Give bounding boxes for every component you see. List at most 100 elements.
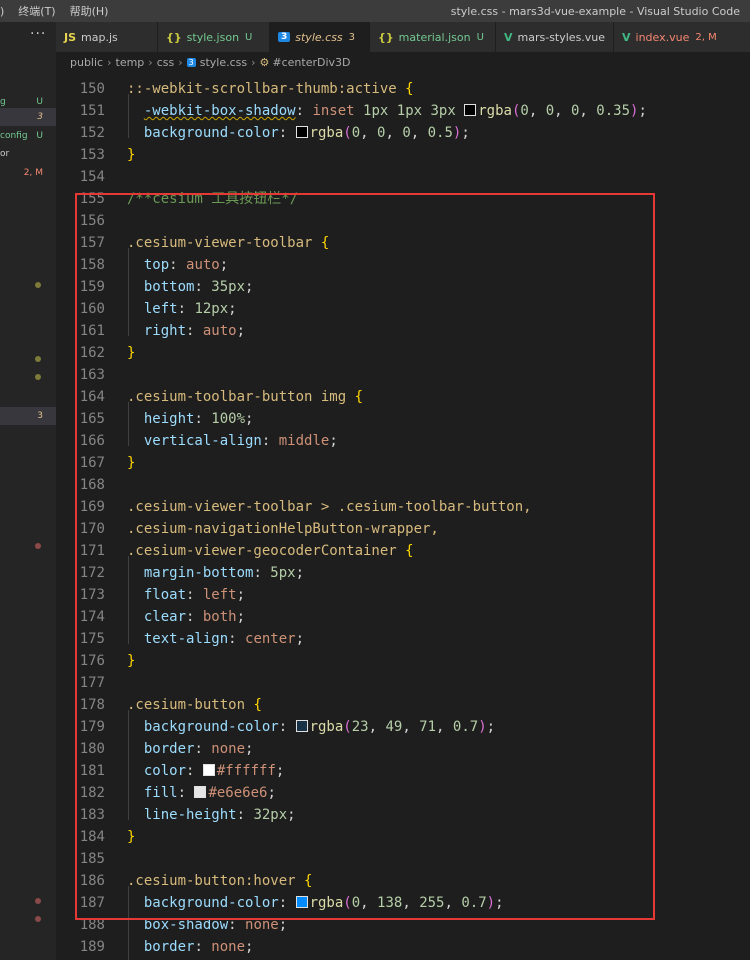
breadcrumb-item[interactable]: style.css	[200, 56, 247, 69]
menu-item-terminal[interactable]: 终端(T)	[18, 3, 55, 19]
menu-item-partial[interactable]: )	[0, 5, 4, 18]
code-text: .cesium-viewer-toolbar {	[127, 235, 330, 251]
code-line[interactable]: 174 clear: both;	[56, 606, 750, 628]
line-number: 169	[79, 499, 105, 515]
code-line[interactable]: 176}	[56, 650, 750, 672]
code-line[interactable]: 177	[56, 672, 750, 694]
tab-status: 3	[348, 31, 356, 43]
code-text: }	[127, 829, 136, 845]
code-line[interactable]: 178 .cesium-button {	[56, 694, 750, 716]
tab-map-js[interactable]: JS map.js	[56, 22, 158, 52]
explorer-item-label: config	[0, 131, 28, 141]
breadcrumb-item[interactable]: temp	[116, 56, 145, 69]
line-number: 153	[79, 147, 105, 163]
code-line[interactable]: 182 fill: #e6e6e6;	[56, 782, 750, 804]
more-actions-icon[interactable]: ···	[30, 26, 46, 42]
code-line[interactable]: 162}	[56, 342, 750, 364]
code-line[interactable]: 184}	[56, 826, 750, 848]
line-number: 161	[79, 323, 105, 339]
vue-file-icon: V	[504, 30, 513, 44]
code-editor[interactable]: 150::-webkit-scrollbar-thumb:active {151…	[56, 72, 750, 960]
code-line[interactable]: 154	[56, 166, 750, 188]
code-line[interactable]: 188 box-shadow: none;	[56, 914, 750, 936]
color-swatch-icon[interactable]	[202, 764, 215, 776]
explorer-item-label: or	[0, 149, 10, 159]
code-text: background-color: rgba(0, 138, 255, 0.7)…	[143, 895, 504, 911]
explorer-item[interactable]: or	[0, 145, 56, 163]
code-line[interactable]: 164 .cesium-toolbar-button img {	[56, 386, 750, 408]
json-file-icon: {}	[378, 30, 394, 44]
code-line[interactable]: 152 background-color: rgba(0, 0, 0, 0.5)…	[56, 122, 750, 144]
tab-style-json[interactable]: {} style.json U	[158, 22, 270, 52]
code-line[interactable]: 185	[56, 848, 750, 870]
tab-style-css[interactable]: 3 style.css 3	[270, 22, 370, 52]
code-line[interactable]: 183 line-height: 32px;	[56, 804, 750, 826]
code-text: fill: #e6e6e6;	[143, 785, 276, 801]
line-number: 178	[79, 697, 105, 713]
code-line[interactable]: 169 .cesium-viewer-toolbar > .cesium-tool…	[56, 496, 750, 518]
chevron-right-icon: ›	[148, 55, 153, 69]
code-text: -webkit-box-shadow: inset 1px 1px 3px rg…	[143, 103, 647, 119]
color-swatch-icon[interactable]	[295, 126, 308, 138]
code-line[interactable]: 180 border: none;	[56, 738, 750, 760]
tab-material-json[interactable]: {} material.json U	[370, 22, 496, 52]
problem-count-badge: 3	[37, 411, 43, 421]
code-line[interactable]: 157 .cesium-viewer-toolbar {	[56, 232, 750, 254]
code-line[interactable]: 168	[56, 474, 750, 496]
explorer-item[interactable]: config U	[0, 127, 56, 145]
color-swatch-icon[interactable]	[194, 786, 207, 798]
chevron-right-icon: ›	[107, 55, 112, 69]
tab-index-vue[interactable]: V index.vue 2, M	[614, 22, 750, 52]
code-text: margin-bottom: 5px;	[143, 565, 305, 581]
code-line[interactable]: 151 -webkit-box-shadow: inset 1px 1px 3p…	[56, 100, 750, 122]
breadcrumb-item[interactable]: public	[70, 56, 103, 69]
breadcrumb-item[interactable]: #centerDiv3D	[272, 56, 350, 69]
code-line[interactable]: 175 text-align: center;	[56, 628, 750, 650]
code-line[interactable]: 159 bottom: 35px;	[56, 276, 750, 298]
code-text: .cesium-viewer-geocoderContainer {	[127, 543, 414, 559]
code-line[interactable]: 153}	[56, 144, 750, 166]
explorer-item-selected[interactable]: 3	[0, 108, 56, 126]
code-line[interactable]: 181 color: #ffffff;	[56, 760, 750, 782]
code-line[interactable]: 165 height: 100%;	[56, 408, 750, 430]
code-line[interactable]: 161 right: auto;	[56, 320, 750, 342]
code-line[interactable]: 163	[56, 364, 750, 386]
explorer-item[interactable]: 2, M	[0, 164, 56, 182]
code-line[interactable]: 179 background-color: rgba(23, 49, 71, 0…	[56, 716, 750, 738]
code-line[interactable]: 187 background-color: rgba(0, 138, 255, …	[56, 892, 750, 914]
line-number: 165	[79, 411, 105, 427]
code-line[interactable]: 186 .cesium-button:hover {	[56, 870, 750, 892]
tab-mars-styles-vue[interactable]: V mars-styles.vue	[496, 22, 614, 52]
modified-dot-icon	[35, 282, 41, 288]
breadcrumb-item[interactable]: css	[157, 56, 175, 69]
code-line[interactable]: 170 .cesium-navigationHelpButton-wrapper,	[56, 518, 750, 540]
code-line[interactable]: 156	[56, 210, 750, 232]
line-number: 188	[79, 917, 105, 933]
code-line[interactable]: 155 /**cesium 工具按钮栏*/	[56, 188, 750, 210]
tab-status: U	[245, 31, 253, 43]
explorer-item-selected[interactable]: 3	[0, 407, 56, 425]
modified-dot-icon	[35, 356, 41, 362]
code-line[interactable]: 167}	[56, 452, 750, 474]
line-number: 184	[79, 829, 105, 845]
tab-label: style.css	[295, 30, 343, 44]
color-swatch-icon[interactable]	[295, 720, 308, 732]
tab-label: map.js	[81, 30, 118, 44]
code-line[interactable]: 166 vertical-align: middle;	[56, 430, 750, 452]
color-swatch-icon[interactable]	[464, 104, 477, 116]
line-number: 150	[79, 81, 105, 97]
line-number: 162	[79, 345, 105, 361]
code-line[interactable]: 172 margin-bottom: 5px;	[56, 562, 750, 584]
code-line[interactable]: 150::-webkit-scrollbar-thumb:active {	[56, 78, 750, 100]
code-line[interactable]: 171 .cesium-viewer-geocoderContainer {	[56, 540, 750, 562]
code-line[interactable]: 189 border: none;	[56, 936, 750, 958]
line-number: 186	[79, 873, 105, 889]
code-line[interactable]: 158 top: auto;	[56, 254, 750, 276]
line-number: 180	[79, 741, 105, 757]
code-line[interactable]: 160 left: 12px;	[56, 298, 750, 320]
color-swatch-icon[interactable]	[295, 896, 308, 908]
error-dot-icon	[35, 898, 41, 904]
code-line[interactable]: 173 float: left;	[56, 584, 750, 606]
menu-item-help[interactable]: 帮助(H)	[70, 3, 109, 19]
code-text: .cesium-toolbar-button img {	[127, 389, 364, 405]
